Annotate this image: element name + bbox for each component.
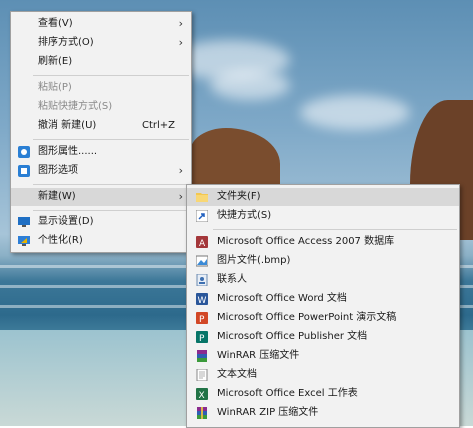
submenu-item-label: Microsoft Office Publisher 文档 (217, 331, 368, 342)
submenu-item-label: 文本文档 (217, 369, 257, 380)
submenu-item-publisher[interactable]: P Microsoft Office Publisher 文档 (187, 328, 459, 346)
display-settings-icon (18, 216, 30, 228)
submenu-item-contact[interactable]: 联系人 (187, 271, 459, 289)
svg-text:P: P (199, 334, 205, 343)
chevron-right-icon: › (178, 164, 183, 177)
bitmap-icon (195, 255, 209, 267)
menu-separator (33, 139, 189, 140)
submenu-item-label: Microsoft Office Word 文档 (217, 293, 347, 304)
submenu-item-label: WinRAR ZIP 压缩文件 (217, 407, 319, 418)
submenu-item-folder[interactable]: 文件夹(F) (187, 188, 459, 206)
menu-item-sort-by[interactable]: 排序方式(O) › (11, 34, 191, 52)
menu-separator (33, 75, 189, 76)
folder-icon (196, 191, 208, 203)
svg-text:A: A (199, 239, 206, 248)
menu-item-label: 撤消 新建(U) (38, 120, 97, 131)
powerpoint-icon: P (196, 312, 208, 325)
submenu-item-powerpoint[interactable]: P Microsoft Office PowerPoint 演示文稿 (187, 309, 459, 327)
winrar-zip-icon (196, 407, 208, 419)
menu-separator (213, 229, 457, 230)
submenu-item-winrar-zip[interactable]: WinRAR ZIP 压缩文件 (187, 404, 459, 422)
chevron-right-icon: › (178, 17, 183, 30)
menu-item-display-settings[interactable]: 显示设置(D) (11, 213, 191, 231)
menu-item-label: 显示设置(D) (38, 216, 94, 227)
submenu-item-label: WinRAR 压缩文件 (217, 350, 300, 361)
shortcut-icon (195, 209, 209, 223)
desktop-context-menu: 查看(V) › 排序方式(O) › 刷新(E) 粘贴(P) 粘贴快捷方式(S) … (10, 11, 192, 253)
winrar-icon (196, 350, 208, 362)
menu-item-refresh[interactable]: 刷新(E) (11, 53, 191, 71)
personalize-icon (18, 235, 30, 247)
menu-item-label: 查看(V) (38, 18, 73, 29)
submenu-item-text-document[interactable]: 文本文档 (187, 366, 459, 384)
menu-item-label: 新建(W) (38, 191, 76, 202)
menu-item-label: 粘贴快捷方式(S) (38, 101, 113, 112)
shortcut-label: Ctrl+Z (141, 120, 175, 131)
menu-item-view[interactable]: 查看(V) › (11, 15, 191, 33)
submenu-item-shortcut[interactable]: 快捷方式(S) (187, 207, 459, 225)
new-submenu: 文件夹(F) 快捷方式(S) A Microsoft Office Access… (186, 184, 460, 428)
access-icon: A (196, 236, 208, 249)
menu-item-paste[interactable]: 粘贴(P) (11, 79, 191, 97)
graphics-properties-icon (18, 146, 30, 158)
menu-item-paste-shortcut[interactable]: 粘贴快捷方式(S) (11, 98, 191, 116)
menu-item-label: 粘贴(P) (38, 82, 72, 93)
menu-item-label: 刷新(E) (38, 56, 73, 67)
submenu-item-label: Microsoft Office PowerPoint 演示文稿 (217, 312, 397, 323)
svg-text:X: X (199, 391, 205, 400)
chevron-right-icon: › (178, 190, 183, 203)
chevron-right-icon: › (178, 36, 183, 49)
menu-item-label: 图形属性...... (38, 146, 98, 157)
submenu-item-label: 文件夹(F) (217, 191, 261, 202)
word-icon: W (196, 293, 208, 306)
submenu-item-label: Microsoft Office Access 2007 数据库 (217, 236, 395, 247)
graphics-options-icon (18, 165, 30, 177)
excel-icon: X (196, 388, 208, 401)
menu-item-graphics-properties[interactable]: 图形属性...... (11, 143, 191, 161)
svg-text:P: P (199, 315, 205, 324)
menu-item-new[interactable]: 新建(W) › (11, 188, 191, 206)
submenu-item-label: Microsoft Office Excel 工作表 (217, 388, 358, 399)
menu-item-personalize[interactable]: 个性化(R) (11, 232, 191, 250)
submenu-item-word-doc[interactable]: W Microsoft Office Word 文档 (187, 290, 459, 308)
text-document-icon (196, 368, 208, 382)
submenu-item-access-db[interactable]: A Microsoft Office Access 2007 数据库 (187, 233, 459, 251)
svg-text:W: W (198, 296, 207, 305)
contact-icon (196, 273, 208, 287)
menu-item-label: 个性化(R) (38, 235, 83, 246)
menu-item-undo-new[interactable]: 撤消 新建(U) Ctrl+Z (11, 117, 191, 135)
publisher-icon: P (196, 331, 208, 344)
submenu-item-label: 联系人 (217, 274, 247, 285)
submenu-item-bitmap[interactable]: 图片文件(.bmp) (187, 252, 459, 270)
menu-item-label: 图形选项 (38, 165, 78, 176)
submenu-item-winrar[interactable]: WinRAR 压缩文件 (187, 347, 459, 365)
menu-separator (33, 184, 189, 185)
menu-item-graphics-options[interactable]: 图形选项 › (11, 162, 191, 180)
menu-separator (33, 210, 189, 211)
submenu-item-label: 图片文件(.bmp) (217, 255, 291, 266)
submenu-item-label: 快捷方式(S) (217, 210, 272, 221)
submenu-item-excel[interactable]: X Microsoft Office Excel 工作表 (187, 385, 459, 403)
menu-item-label: 排序方式(O) (38, 37, 94, 48)
